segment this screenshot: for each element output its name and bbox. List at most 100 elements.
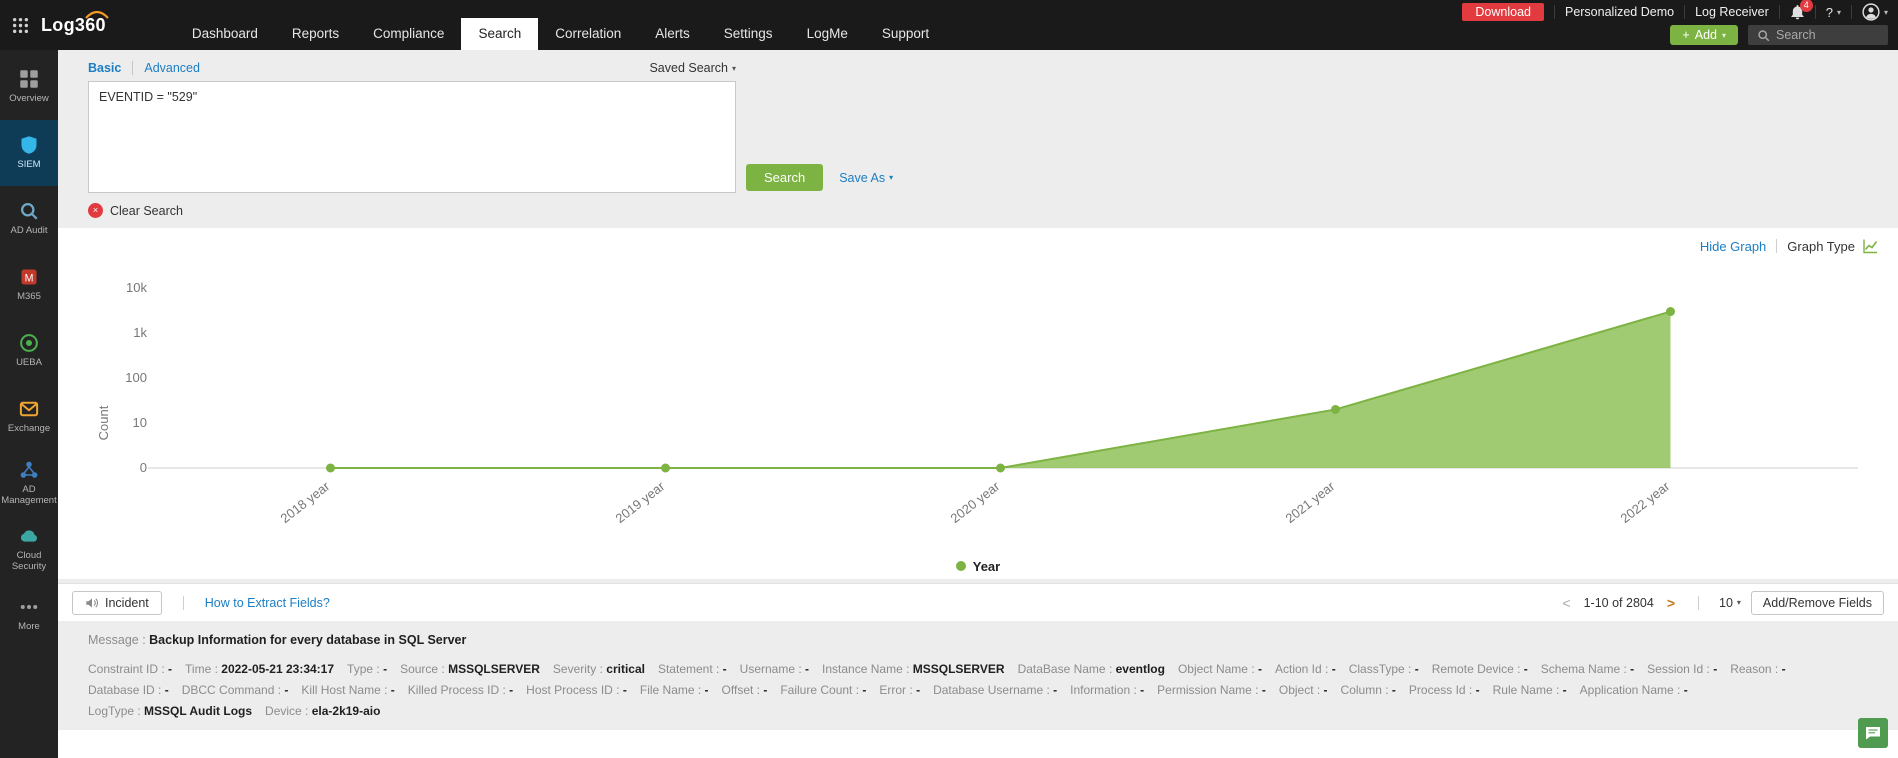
- log-receiver-link[interactable]: Log Receiver: [1695, 5, 1769, 19]
- record-field: LogType : MSSQL Audit Logs: [88, 704, 253, 718]
- save-as-dropdown[interactable]: Save As ▾: [839, 171, 893, 185]
- sidebar-item-siem[interactable]: SIEM: [0, 120, 58, 186]
- record-field: Killed Process ID : -: [407, 683, 514, 697]
- sidebar-item-label: SIEM: [17, 159, 41, 171]
- sidebar-item-ad-audit[interactable]: AD Audit: [0, 186, 58, 252]
- nav-item-search[interactable]: Search: [461, 18, 539, 50]
- global-search-input[interactable]: [1776, 28, 1876, 42]
- sidebar-item-cloud-security[interactable]: Cloud Security: [0, 516, 58, 582]
- saved-search-dropdown[interactable]: Saved Search ▾: [649, 61, 736, 75]
- svg-text:2022 year: 2022 year: [1618, 478, 1673, 526]
- clear-search-button[interactable]: × Clear Search: [88, 203, 183, 218]
- personalized-demo-link[interactable]: Personalized Demo: [1565, 5, 1674, 19]
- record-field-row: Constraint ID : - Time : 2022-05-21 23:34…: [88, 662, 1888, 676]
- sidebar-item-label: M365: [17, 291, 41, 303]
- svg-text:100: 100: [125, 370, 147, 385]
- grid-icon: [19, 69, 39, 89]
- record-field: Information : -: [1070, 683, 1145, 697]
- sidebar-item-label: UEBA: [16, 357, 42, 369]
- incident-button[interactable]: Incident: [72, 590, 162, 615]
- record-field: File Name : -: [639, 683, 709, 697]
- record-field: Time : 2022-05-21 23:34:17: [185, 662, 335, 676]
- divider: [1698, 595, 1699, 610]
- sidebar-item-label: AD Audit: [10, 225, 48, 237]
- nav-item-correlation[interactable]: Correlation: [538, 18, 638, 50]
- clear-icon: ×: [88, 203, 103, 218]
- graph-type-button[interactable]: Graph Type: [1787, 238, 1878, 254]
- feedback-icon: [1866, 727, 1880, 740]
- record-field: Source : MSSQLSERVER: [400, 662, 540, 676]
- ad-management-icon: [19, 460, 39, 480]
- help-button[interactable]: ? ▾: [1826, 5, 1841, 20]
- record-field: Column : -: [1340, 683, 1396, 697]
- divider: [1553, 5, 1555, 19]
- sidebar-item-overview[interactable]: Overview: [0, 54, 58, 120]
- record-field: Database ID : -: [88, 683, 169, 697]
- record-field: Host Process ID : -: [526, 683, 627, 697]
- more-icon: [19, 597, 39, 617]
- notification-bell-button[interactable]: 4: [1790, 0, 1813, 20]
- record-field: Application Name : -: [1579, 683, 1688, 697]
- svg-text:1k: 1k: [133, 325, 147, 340]
- nav-item-logme[interactable]: LogMe: [790, 18, 865, 50]
- record-field: Permission Name : -: [1157, 683, 1266, 697]
- record-field: Constraint ID : -: [88, 662, 173, 676]
- tab-advanced[interactable]: Advanced: [133, 61, 200, 75]
- sidebar-item-m365[interactable]: M M365: [0, 252, 58, 318]
- chart-legend: Year: [78, 553, 1878, 579]
- record-field: Rule Name : -: [1492, 683, 1567, 697]
- audit-icon: [19, 201, 39, 221]
- hide-graph-link[interactable]: Hide Graph: [1700, 239, 1766, 254]
- record-field: DBCC Command : -: [181, 683, 289, 697]
- chart-container: 0 10 100 1k 10k Count 2018 year 2019 year 2020 y…: [78, 258, 1878, 553]
- message-row: Message : Backup Information for every d…: [88, 633, 1888, 647]
- record-field: Database Username : -: [933, 683, 1058, 697]
- prev-page-button[interactable]: <: [1559, 595, 1573, 611]
- search-button[interactable]: Search: [746, 164, 824, 191]
- sidebar: Overview SIEM AD Audit M M365 UEBA Exchange AD …: [0, 50, 58, 758]
- nav-item-compliance[interactable]: Compliance: [356, 18, 461, 50]
- log-record: Message : Backup Information for every d…: [58, 621, 1898, 730]
- sidebar-item-label: Exchange: [7, 423, 51, 435]
- search-icon: [1758, 29, 1770, 41]
- sidebar-item-more[interactable]: More: [0, 582, 58, 648]
- download-button[interactable]: Download: [1462, 3, 1544, 21]
- next-page-button[interactable]: >: [1664, 595, 1678, 611]
- extract-fields-link[interactable]: How to Extract Fields?: [205, 596, 330, 610]
- divider: [1684, 5, 1686, 19]
- record-field: Object : -: [1278, 683, 1328, 697]
- svg-text:2019 year: 2019 year: [613, 478, 668, 526]
- svg-text:2020 year: 2020 year: [948, 478, 1003, 526]
- divider: [1778, 5, 1780, 19]
- chevron-down-icon: ▾: [731, 63, 736, 73]
- sidebar-item-ad-management[interactable]: AD Management: [0, 450, 58, 516]
- add-remove-fields-button[interactable]: Add/Remove Fields: [1750, 590, 1884, 615]
- record-field: Instance Name : MSSQLSERVER: [822, 662, 1005, 676]
- query-input[interactable]: EVENTID = "529": [88, 81, 736, 193]
- m365-icon: M: [19, 267, 39, 287]
- tab-basic[interactable]: Basic: [88, 61, 134, 75]
- chevron-down-icon: ▾: [889, 173, 894, 182]
- nav-item-reports[interactable]: Reports: [275, 18, 356, 50]
- sidebar-item-ueba[interactable]: UEBA: [0, 318, 58, 384]
- nav-item-support[interactable]: Support: [865, 18, 946, 50]
- record-field: Error : -: [879, 683, 921, 697]
- feedback-button[interactable]: [1858, 718, 1888, 748]
- app-launcher-icon[interactable]: [12, 17, 29, 34]
- global-search: [1748, 25, 1888, 45]
- record-field: Username : -: [739, 662, 810, 676]
- incident-icon: [86, 597, 98, 608]
- nav-item-alerts[interactable]: Alerts: [638, 18, 707, 50]
- logo-swoosh-icon: [85, 10, 109, 19]
- sidebar-item-exchange[interactable]: Exchange: [0, 384, 58, 450]
- cloud-icon: [19, 526, 39, 546]
- add-button[interactable]: + Add ▾: [1670, 25, 1738, 45]
- record-field: Offset : -: [721, 683, 768, 697]
- page-size-dropdown[interactable]: 10 ▾: [1719, 596, 1741, 610]
- search-panel: Basic Advanced Saved Search ▾ EVENTID = …: [58, 50, 1898, 228]
- user-menu-button[interactable]: ▾: [1862, 3, 1888, 21]
- record-field: Schema Name : -: [1540, 662, 1635, 676]
- nav-item-dashboard[interactable]: Dashboard: [175, 18, 275, 50]
- user-avatar-icon: [1862, 3, 1880, 21]
- nav-item-settings[interactable]: Settings: [707, 18, 790, 50]
